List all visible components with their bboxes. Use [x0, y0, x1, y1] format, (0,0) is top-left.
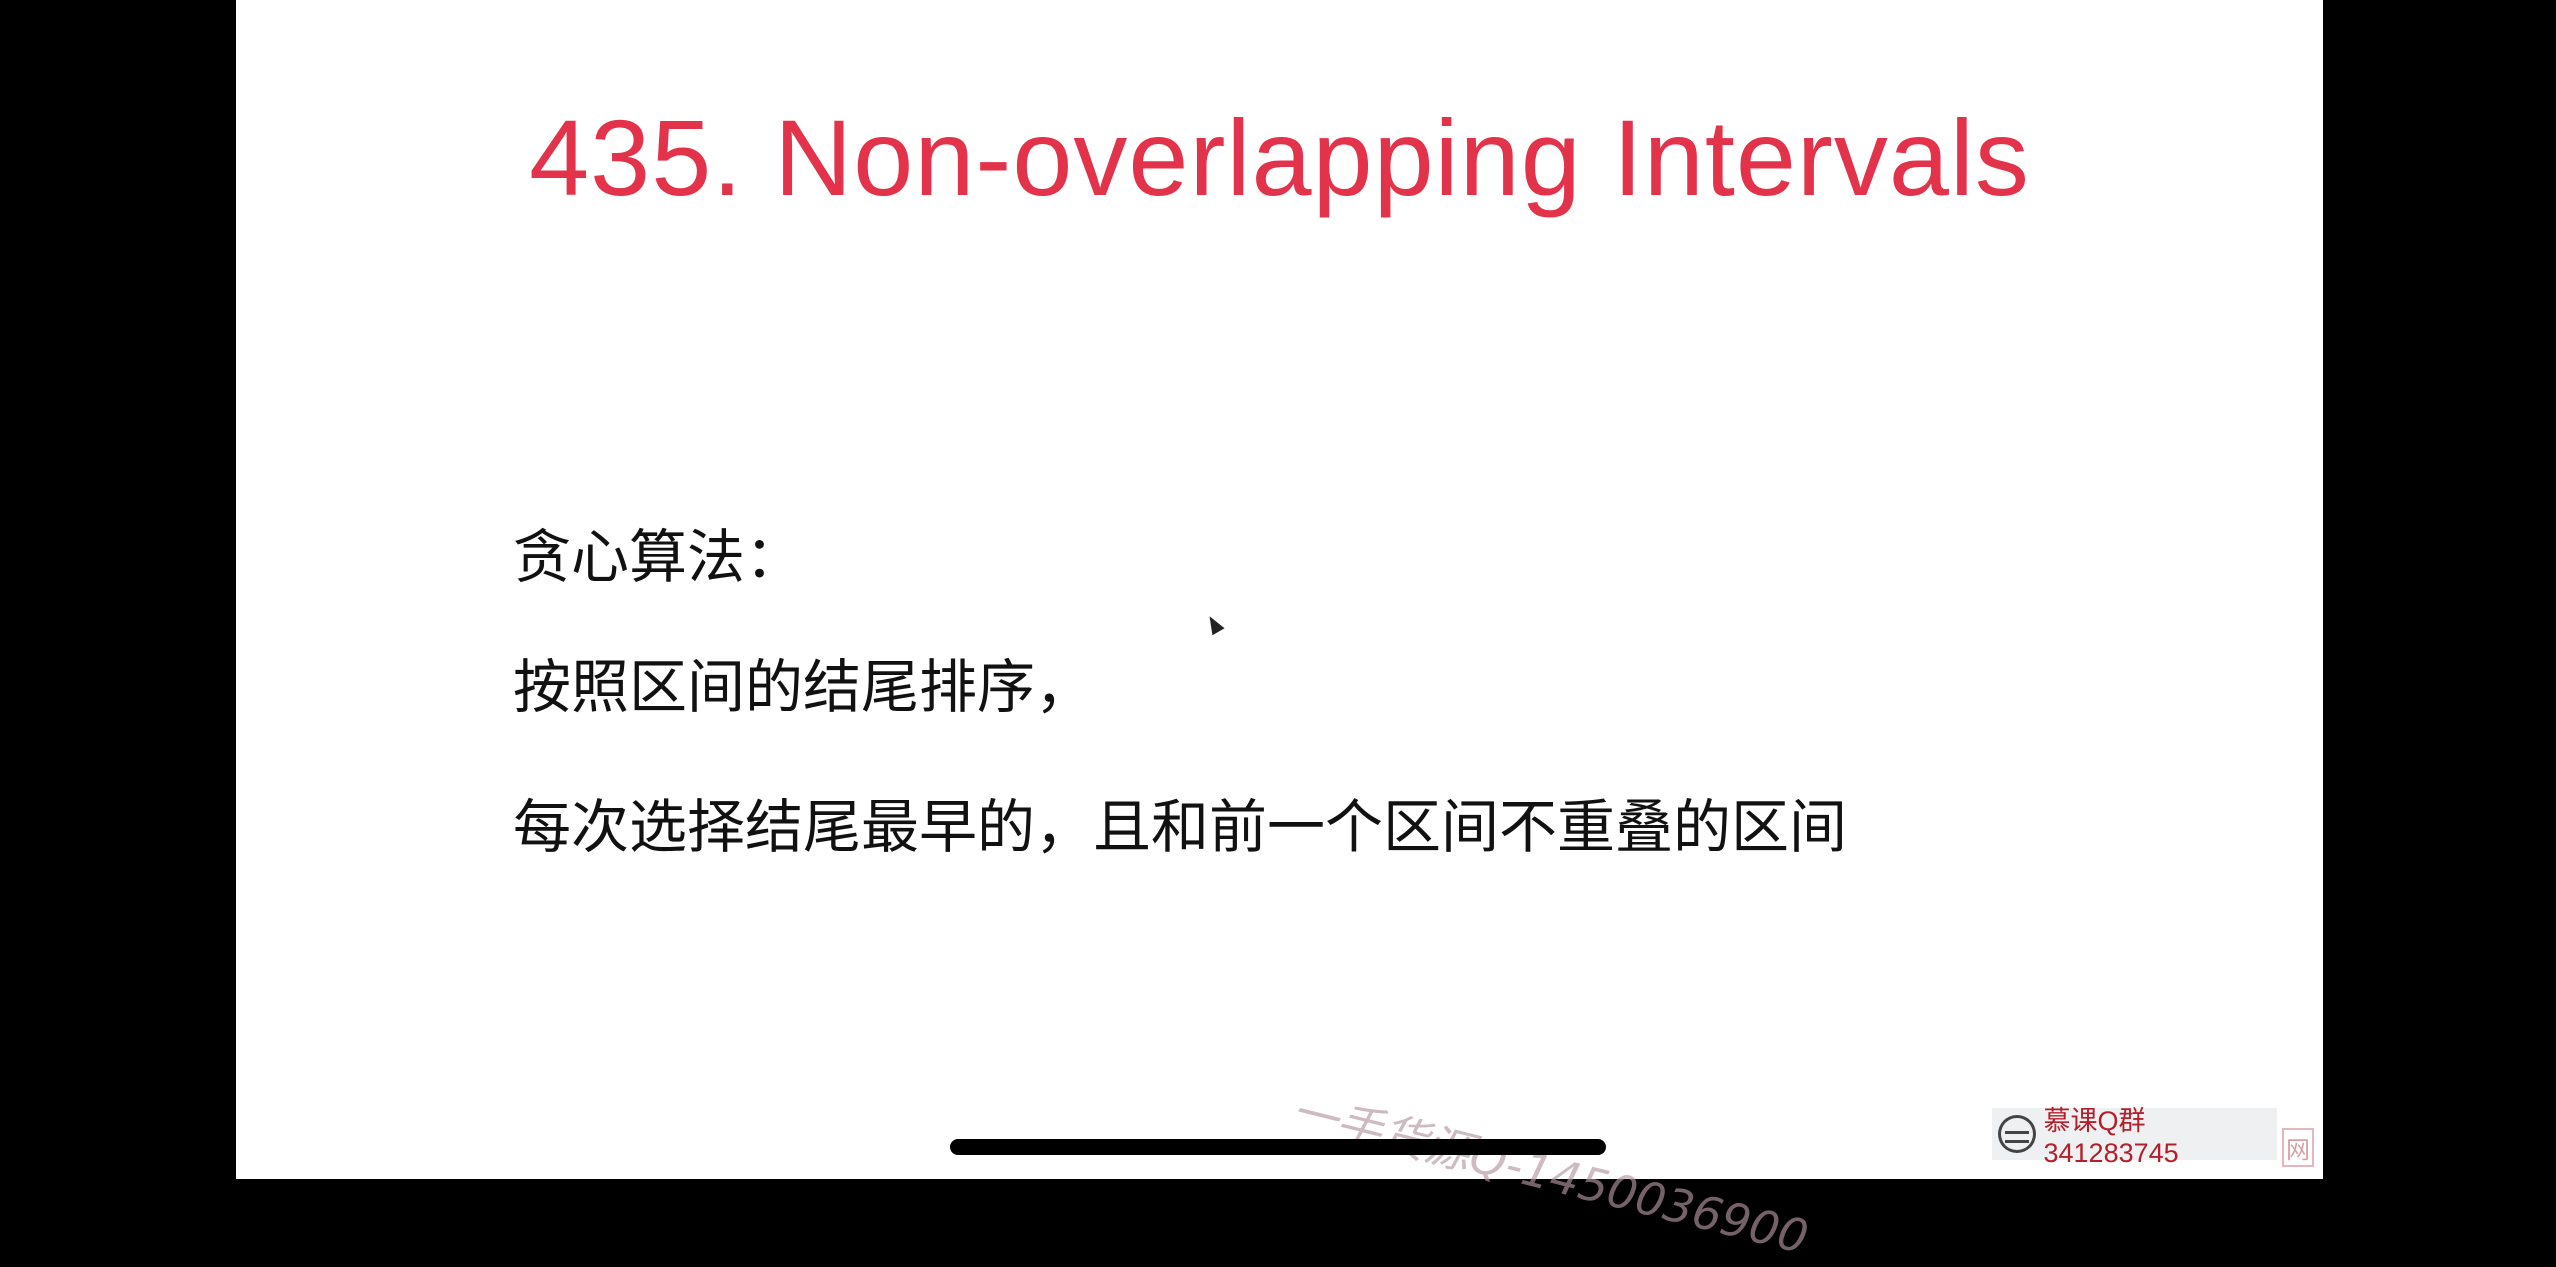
slide-line: 贪心算法：	[513, 523, 804, 591]
slide-title: 435. Non-overlapping Intervals	[529, 97, 2030, 218]
home-indicator-bar[interactable]	[950, 1139, 1606, 1155]
watermark-badge: 慕课Q群341283745	[1992, 1106, 2277, 1168]
face-logo-icon	[1998, 1115, 2036, 1153]
mouse-cursor-icon	[1203, 612, 1225, 636]
slide-line: 每次选择结尾最早的，且和前一个区间不重叠的区间	[513, 793, 1848, 861]
badge-suffix: 网	[2282, 1128, 2314, 1167]
diagonal-watermark: 一手货源Q-1450036900	[1285, 1083, 1814, 1265]
slide: 435. Non-overlapping Intervals 贪心算法： 按照区…	[236, 0, 2323, 1264]
slide-line: 按照区间的结尾排序，	[513, 653, 1094, 721]
badge-text: 慕课Q群341283745	[2043, 1106, 2179, 1168]
